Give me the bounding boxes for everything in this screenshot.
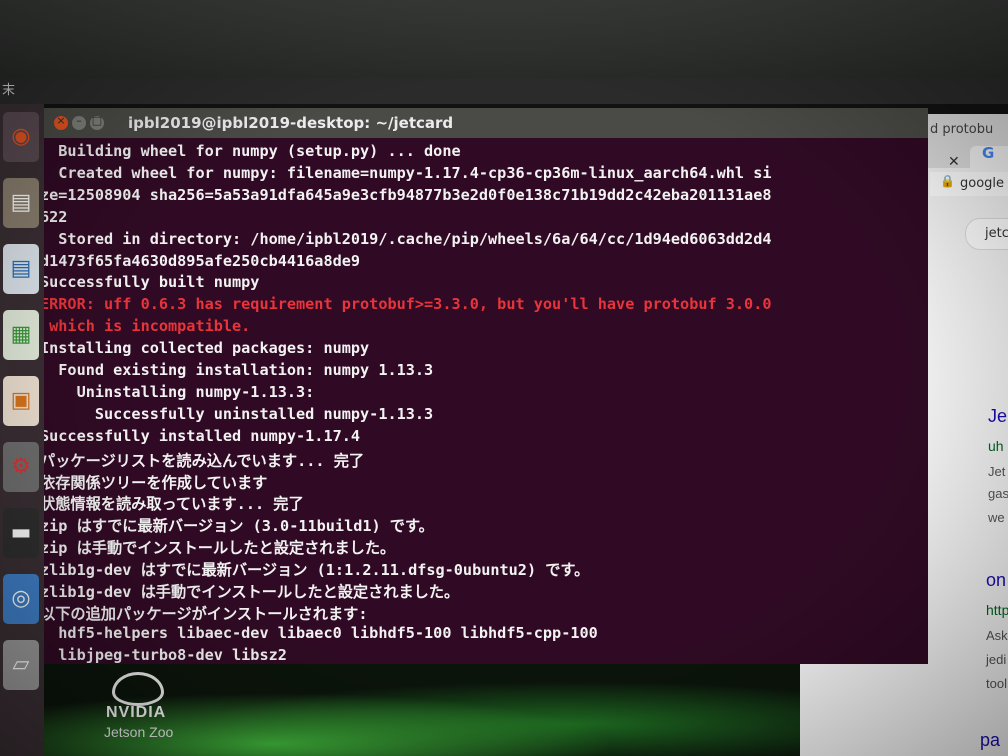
result-url[interactable]: http [986,602,1008,618]
google-favicon-icon: G [982,144,995,162]
nvidia-logo-text: NVIDIA [106,704,167,721]
terminal-line: Successfully uninstalled numpy-1.13.3 [44,404,434,423]
lock-icon: 🔒 [940,174,955,188]
window-title: ipbl2019@ipbl2019-desktop: ~/jetcard [128,114,454,132]
top-menu-bar: 末 [0,78,1008,104]
terminal-line: zip はすでに最新バージョン (3.0-11build1) です。 [44,517,434,536]
minimize-button[interactable]: – [72,114,86,130]
chromium-icon[interactable]: ◎ [3,574,39,624]
settings-icon[interactable]: ⚙ [3,442,39,492]
terminal-error-line: ERROR: uff 0.6.3 has requirement protobu… [44,295,772,314]
terminal-line: Building wheel for numpy (setup.py) ... … [44,142,461,160]
launcher: ◉ ▤ ▤ ▦ ▣ ⚙ ▬ ◎ ▱ [0,104,44,756]
calc-icon[interactable]: ▦ [3,310,39,360]
terminal-line: 状態情報を読み取っています... 完了 [44,495,304,514]
terminal-line: zlib1g-dev は手動でインストールしたと設定されました。 [44,583,460,601]
terminal-line: パッケージリストを読み込んでいます... 完了 [44,451,365,470]
terminal-line: zip は手動でインストールしたと設定されました。 [44,539,396,558]
result-url[interactable]: uh [988,438,1004,454]
terminal-window[interactable]: × – □ ipbl2019@ipbl2019-desktop: ~/jetca… [44,108,928,664]
top-bar-label: 末 [2,83,16,98]
terminal-output[interactable]: Building wheel for numpy (setup.py) ... … [44,142,928,664]
result-snippet: Jet [988,464,1006,479]
terminal-line: Installing collected packages: numpy [44,339,370,358]
files-icon[interactable]: ▤ [3,178,39,228]
trash-icon[interactable]: ▱ [3,640,39,690]
terminal-line: 622 [44,207,68,226]
terminal-line: 依存関係ツリーを作成しています [44,473,268,492]
terminal-icon[interactable]: ▬ [3,508,39,558]
browser-tab-title[interactable]: d protobu [930,122,993,137]
result-snippet: gas [988,486,1008,501]
ubuntu-logo-icon[interactable]: ◉ [3,112,39,162]
terminal-line: Found existing installation: numpy 1.13.… [44,361,434,379]
terminal-line: libjpeg-turbo8-dev libsz2 [44,645,287,664]
terminal-line: zlib1g-dev はすでに最新バージョン (1:1.2.11.dfsg-0u… [44,561,590,580]
address-text[interactable]: google [960,176,1004,191]
result-title[interactable]: pa [980,730,1000,751]
terminal-line: 以下の追加パッケージがインストールされます: [44,604,368,623]
terminal-line: Successfully built numpy [44,273,260,292]
close-icon[interactable]: ✕ [948,154,960,170]
terminal-line: ze=12508904 sha256=5a53a91dfa645a9e3cfb9… [44,185,772,204]
result-snippet: we [988,510,1005,525]
terminal-title-bar[interactable]: × – □ ipbl2019@ipbl2019-desktop: ~/jetca… [44,108,928,138]
terminal-line: hdf5-helpers libaec-dev libaec0 libhdf5-… [44,623,598,642]
result-snippet: jedi [986,652,1007,667]
close-button[interactable]: × [54,114,68,130]
terminal-line: d1473f65fa4630d895afe250cb4416a8de9 [44,251,361,270]
result-title[interactable]: on [986,570,1006,591]
desktop-screen: 末 ◉ ▤ ▤ ▦ ▣ ⚙ ▬ ◎ ▱ NVIDIA Jetson Zoo d … [0,78,1008,756]
maximize-icon: □ [91,114,103,127]
result-snippet: tool [986,676,1007,691]
terminal-line: Uninstalling numpy-1.13.3: [44,382,315,401]
monitor-bezel [0,0,1008,80]
result-snippet: Ask [986,628,1008,643]
close-icon: × [56,114,66,127]
terminal-error-line: which is incompatible. [44,317,251,336]
nvidia-logo-icon [112,672,164,706]
jetson-zoo-label: Jetson Zoo [104,724,174,740]
terminal-line: Created wheel for numpy: filename=numpy-… [44,163,772,182]
terminal-line: Stored in directory: /home/ipbl2019/.cac… [44,229,772,248]
search-query[interactable]: jetc [985,226,1008,241]
maximize-button[interactable]: □ [90,114,104,130]
terminal-line: Successfully installed numpy-1.17.4 [44,426,361,445]
impress-icon[interactable]: ▣ [3,376,39,426]
result-title[interactable]: Je [988,406,1007,427]
minimize-icon: – [76,114,82,127]
writer-icon[interactable]: ▤ [3,244,39,294]
